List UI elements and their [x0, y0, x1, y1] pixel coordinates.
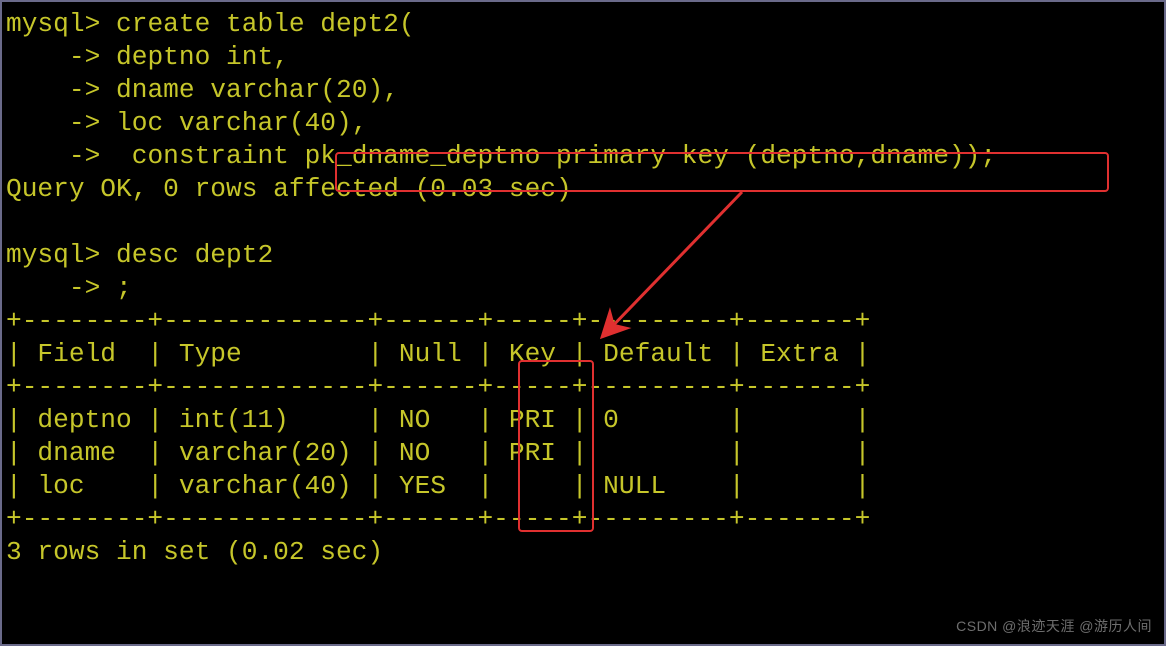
mysql-terminal[interactable]: mysql> create table dept2( -> deptno int… [0, 0, 1166, 646]
terminal-output: mysql> create table dept2( -> deptno int… [6, 8, 1160, 569]
cont-prompt: -> [6, 273, 100, 303]
table-row: | loc | varchar(40) | YES | | NULL | | [6, 471, 870, 501]
table-rule-mid: +--------+-------------+------+-----+---… [6, 372, 870, 402]
cmd-desc-l1: desc dept2 [100, 240, 273, 270]
table-rule-top: +--------+-------------+------+-----+---… [6, 306, 870, 336]
prompt: mysql> [6, 9, 100, 39]
cmd-create-l4: loc varchar(40), [100, 108, 367, 138]
table-header: | Field | Type | Null | Key | Default | … [6, 339, 870, 369]
cmd-create-l5: constraint pk_dname_deptno primary key (… [100, 141, 996, 171]
cont-prompt: -> [6, 42, 100, 72]
cmd-desc-l2: ; [100, 273, 131, 303]
cmd-create-l1: create table dept2( [100, 9, 414, 39]
cmd-create-l2: deptno int, [100, 42, 289, 72]
result-desc: 3 rows in set (0.02 sec) [6, 537, 383, 567]
cont-prompt: -> [6, 108, 100, 138]
table-row: | deptno | int(11) | NO | PRI | 0 | | [6, 405, 870, 435]
watermark-text: CSDN @浪迹天涯 @游历人间 [956, 616, 1152, 636]
table-rule-bot: +--------+-------------+------+-----+---… [6, 504, 870, 534]
prompt: mysql> [6, 240, 100, 270]
result-create: Query OK, 0 rows affected (0.03 sec) [6, 174, 572, 204]
cont-prompt: -> [6, 75, 100, 105]
cont-prompt: -> [6, 141, 100, 171]
cmd-create-l3: dname varchar(20), [100, 75, 399, 105]
table-row: | dname | varchar(20) | NO | PRI | | | [6, 438, 870, 468]
